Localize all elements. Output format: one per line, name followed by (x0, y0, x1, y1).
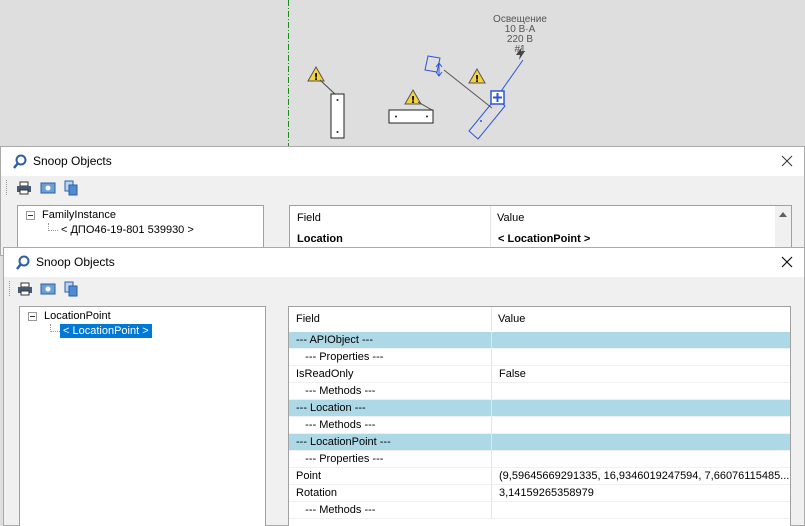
value-cell: (9,59645669291335, 16,9346019247594, 7,6… (491, 468, 790, 485)
fixture-tag: Освещение 10 В·А 220 В #1 (475, 15, 565, 55)
flip-control-icon[interactable] (424, 55, 443, 77)
value-cell (491, 332, 790, 349)
toolbar-grip[interactable] (9, 281, 12, 296)
svg-text:!: ! (475, 74, 480, 85)
window-title: Snoop Objects (33, 154, 112, 168)
tree-node-locationpoint[interactable]: LocationPoint (44, 309, 111, 323)
revit-drawing-area[interactable]: ! ! ! Освещение 10 В·А 220 В #1 (0, 0, 805, 150)
value-cell: < LocationPoint > (490, 231, 776, 248)
header-field[interactable]: Field (289, 307, 491, 331)
value-cell (491, 349, 790, 366)
field-cell: Point (289, 468, 491, 485)
table-row[interactable]: --- Methods --- (289, 383, 790, 400)
header-field[interactable]: Field (290, 206, 490, 230)
close-icon[interactable] (780, 152, 794, 170)
close-icon[interactable] (780, 253, 794, 271)
tree-node-instance[interactable]: < ДПО46-19-801 539930 > (61, 223, 194, 237)
move-grip-icon[interactable] (490, 90, 505, 105)
value-cell (491, 451, 790, 468)
snapshot-icon[interactable] (39, 179, 57, 197)
print-icon[interactable] (15, 179, 33, 197)
snapshot-icon[interactable] (39, 280, 57, 298)
table-row[interactable]: --- Methods --- (289, 417, 790, 434)
table-row[interactable]: Location < LocationPoint > (290, 231, 776, 248)
value-cell: False (491, 366, 790, 383)
toolbar (4, 277, 804, 301)
tag-line-4: #1 (514, 44, 526, 55)
tree-node-familyinstance[interactable]: FamilyInstance (42, 208, 116, 222)
value-cell (491, 400, 790, 417)
section-row[interactable]: --- APIObject --- (289, 332, 790, 349)
header-value[interactable]: Value (491, 307, 790, 331)
field-cell: --- Location --- (289, 400, 491, 417)
field-cell: --- Properties --- (289, 349, 491, 366)
table-row[interactable]: --- Properties --- (289, 451, 790, 468)
print-icon[interactable] (16, 280, 34, 298)
svg-text:!: ! (314, 72, 319, 83)
table-row[interactable]: IsReadOnly False (289, 366, 790, 383)
table-row[interactable]: --- Methods --- (289, 502, 790, 519)
snoop-logo-icon (16, 255, 30, 270)
warning-icon[interactable]: ! (307, 65, 325, 83)
window-title: Snoop Objects (36, 255, 115, 269)
title-bar[interactable]: Snoop Objects (1, 147, 804, 176)
warning-icon[interactable]: ! (404, 88, 422, 106)
value-cell: 3,14159265358979 (491, 485, 790, 502)
properties-grid[interactable]: Field Value --- APIObject --- --- Proper… (288, 306, 791, 526)
toolbar (1, 176, 804, 200)
section-row[interactable]: --- LocationPoint --- (289, 434, 790, 451)
tree-node-selected[interactable]: < LocationPoint > (60, 324, 152, 338)
snoop-window-back[interactable]: Snoop Objects FamilyInstance < ДПО46-19-… (0, 146, 805, 257)
drawing-svg: ! ! ! (288, 0, 525, 150)
object-tree[interactable]: LocationPoint < LocationPoint > (19, 306, 266, 526)
field-cell: --- APIObject --- (289, 332, 491, 349)
warning-icon[interactable]: ! (468, 67, 486, 85)
svg-text:!: ! (411, 95, 416, 106)
collapse-toggle[interactable] (26, 211, 35, 220)
grid-header: Field Value (290, 206, 776, 230)
value-cell (491, 417, 790, 434)
value-cell (491, 502, 790, 519)
section-row[interactable]: --- Location --- (289, 400, 790, 417)
field-cell: --- LocationPoint --- (289, 434, 491, 451)
table-row[interactable]: Point (9,59645669291335, 16,9346019247594… (289, 468, 790, 485)
grid-header: Field Value (289, 307, 790, 331)
toolbar-grip[interactable] (6, 180, 9, 195)
field-cell: Location (290, 231, 490, 248)
snoop-logo-icon (13, 154, 27, 169)
value-cell (491, 434, 790, 451)
field-cell: --- Methods --- (289, 383, 491, 400)
copy-icon[interactable] (62, 280, 80, 298)
field-cell: Rotation (289, 485, 491, 502)
field-cell: --- Methods --- (289, 417, 491, 434)
field-cell: --- Methods --- (289, 502, 491, 519)
title-bar[interactable]: Snoop Objects (4, 248, 804, 277)
table-row[interactable]: Rotation 3,14159265358979 (289, 485, 790, 502)
copy-icon[interactable] (62, 179, 80, 197)
snoop-window-front[interactable]: Snoop Objects LocationPoint < LocationPo… (3, 247, 805, 526)
value-cell (491, 383, 790, 400)
field-cell: --- Properties --- (289, 451, 491, 468)
header-value[interactable]: Value (490, 206, 776, 230)
table-row[interactable]: --- Properties --- (289, 349, 790, 366)
collapse-toggle[interactable] (28, 312, 37, 321)
field-cell: IsReadOnly (289, 366, 491, 383)
scroll-up-icon[interactable] (779, 212, 787, 217)
